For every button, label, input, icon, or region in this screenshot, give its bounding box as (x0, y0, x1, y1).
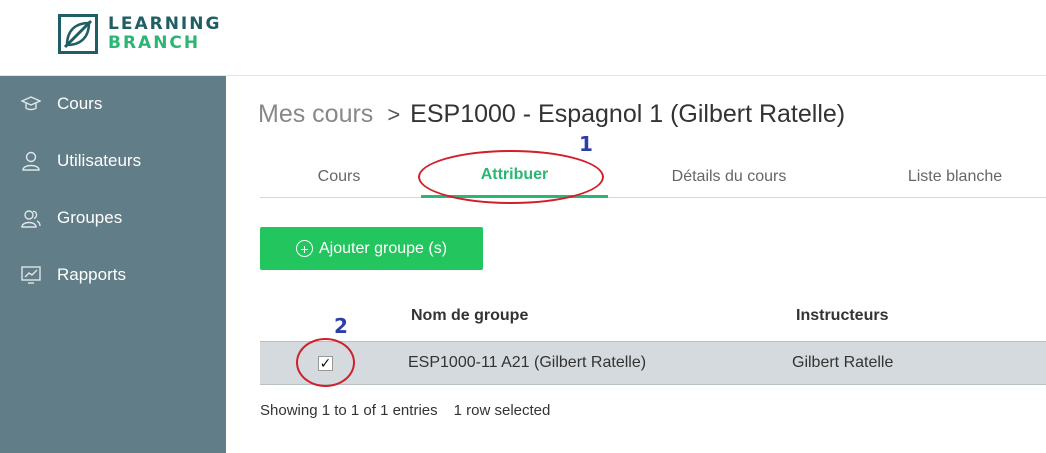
row-select-checkbox[interactable]: ✓ (318, 356, 333, 371)
add-group-button[interactable]: + Ajouter groupe (s) (260, 227, 483, 270)
sidebar-item-label: Rapports (57, 265, 126, 284)
logo-text: LEARNING BRANCH (108, 15, 221, 53)
sidebar-item-rapports[interactable]: Rapports (0, 255, 226, 295)
entries-count-text: Showing 1 to 1 of 1 entries (260, 402, 438, 419)
chart-icon (20, 264, 42, 286)
logo-line1: LEARNING (108, 14, 222, 34)
table-info: Showing 1 to 1 of 1 entries 1 row selecte… (260, 402, 550, 419)
breadcrumb-root-link[interactable]: Mes cours (258, 100, 373, 128)
table-row[interactable]: ✓ ESP1000-11 A21 (Gilbert Ratelle) Gilbe… (260, 341, 1046, 385)
group-name-cell: ESP1000-11 A21 (Gilbert Ratelle) (408, 354, 647, 371)
page-title: ESP1000 - Espagnol 1 (Gilbert Ratelle) (410, 100, 846, 128)
learning-branch-logo[interactable]: LEARNING BRANCH (58, 14, 221, 54)
breadcrumb: Mes cours > ESP1000 - Espagnol 1 (Gilbert … (258, 100, 845, 129)
tab-attribuer[interactable]: Attribuer (421, 155, 608, 198)
column-header-group-name[interactable]: Nom de groupe (411, 307, 528, 325)
users-icon (20, 207, 42, 229)
annotation-number-1: 1 (579, 132, 593, 156)
add-group-button-label: Ajouter groupe (s) (318, 239, 448, 257)
user-icon (20, 150, 42, 172)
tab-details-du-cours[interactable]: Détails du cours (630, 155, 828, 198)
tab-cours[interactable]: Cours (260, 155, 418, 198)
sidebar-item-label: Cours (57, 94, 103, 113)
instructor-cell: Gilbert Ratelle (792, 354, 894, 371)
sidebar-item-label: Groupes (57, 208, 123, 227)
logo-line2: BRANCH (108, 33, 201, 53)
sidebar-item-label: Utilisateurs (57, 151, 142, 170)
tab-liste-blanche[interactable]: Liste blanche (860, 155, 1046, 198)
plus-circle-icon: + (295, 240, 313, 257)
selection-count-text: 1 row selected (453, 402, 551, 419)
sidebar: Cours Utilisateurs Groupes Rapports (0, 76, 226, 453)
column-header-instructors[interactable]: Instructeurs (796, 307, 888, 325)
course-tabs: Cours Attribuer Détails du cours Liste b… (260, 155, 1046, 198)
logo-leaf-icon (58, 14, 98, 54)
breadcrumb-separator: > (387, 102, 401, 127)
sidebar-item-groupes[interactable]: Groupes (0, 198, 226, 238)
sidebar-item-cours[interactable]: Cours (0, 84, 226, 124)
annotation-number-2: 2 (334, 314, 348, 338)
top-header: LEARNING BRANCH (0, 0, 1046, 76)
sidebar-item-utilisateurs[interactable]: Utilisateurs (0, 141, 226, 181)
graduation-cap-icon (20, 93, 42, 115)
